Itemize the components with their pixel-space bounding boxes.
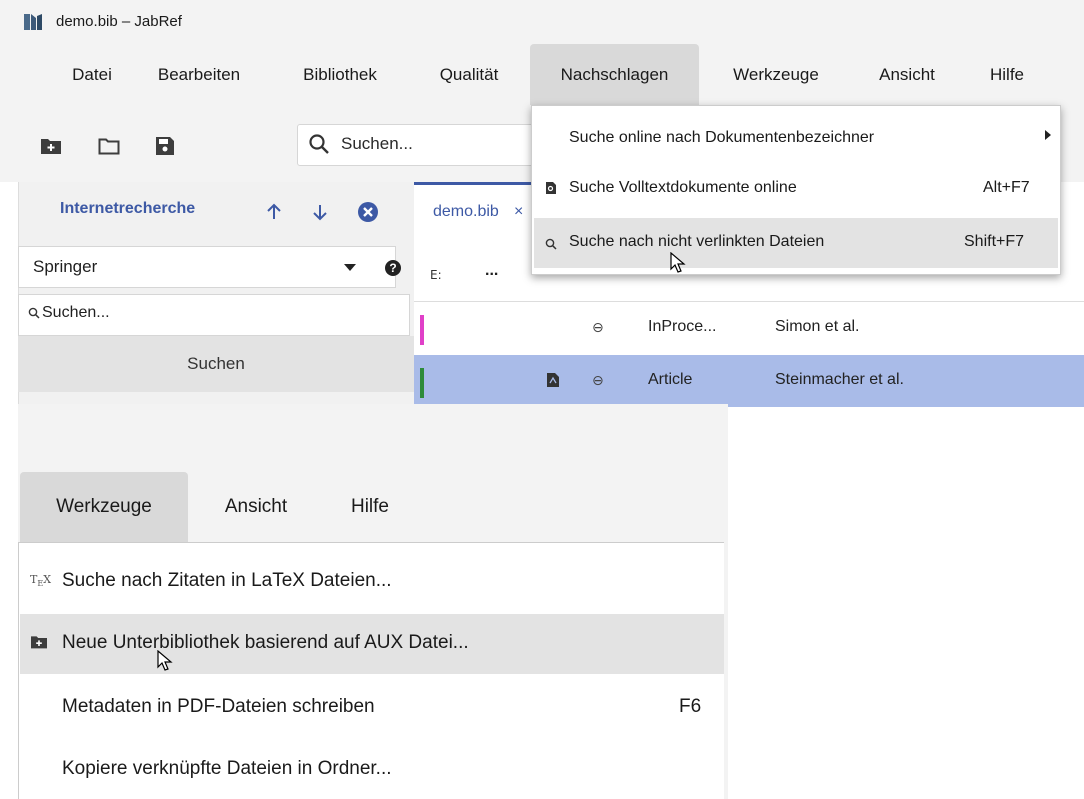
link-icon[interactable]: ⊖ [592, 320, 604, 336]
menu-item-search-by-identifier[interactable]: Suche online nach Dokumentenbezeichner [569, 129, 874, 147]
shortcut-label: Shift+F7 [964, 233, 1025, 250]
search-icon [28, 307, 40, 319]
chevron-down-icon[interactable] [344, 264, 356, 271]
arrow-up-icon[interactable] [262, 200, 286, 224]
menu-edge [724, 542, 728, 799]
menu-bearbeiten[interactable]: Bearbeiten [143, 44, 255, 105]
search-icon [309, 134, 329, 154]
menu-hilfe[interactable]: Hilfe [330, 472, 410, 542]
document-search-icon [546, 182, 556, 194]
web-search-title: Internetrecherche [60, 200, 196, 217]
help-icon[interactable]: ? [385, 260, 401, 276]
entry-type-cell: Article [648, 371, 693, 388]
menu-werkzeuge[interactable]: Werkzeuge [20, 472, 188, 542]
web-search-placeholder: Suchen... [42, 304, 110, 321]
group-color-marker [420, 368, 424, 398]
menu-item-latex-citations[interactable]: Suche nach Zitaten in LaTeX Dateien... [62, 570, 392, 592]
mouse-cursor-icon [157, 650, 173, 671]
close-tab-icon[interactable]: × [514, 203, 523, 221]
menu-nachschlagen[interactable]: Nachschlagen [530, 44, 699, 105]
shortcut-label: F6 [679, 696, 702, 717]
group-tree-icon[interactable]: E: [430, 268, 442, 282]
author-cell: Simon et al. [775, 318, 860, 335]
window-title: demo.bib – JabRef [56, 13, 182, 30]
shortcut-label: Alt+F7 [983, 179, 1030, 196]
global-search-input[interactable] [297, 124, 537, 166]
entry-type-cell: InProce... [648, 318, 717, 335]
menu-item-fulltext-search[interactable]: Suche Volltextdokumente online [569, 179, 797, 197]
tex-icon: TEX [30, 573, 52, 589]
menu-ansicht[interactable]: Ansicht [860, 44, 954, 105]
table-row[interactable] [414, 355, 1084, 407]
arrow-down-icon[interactable] [308, 200, 332, 224]
menu-datei[interactable]: Datei [62, 44, 122, 105]
menu-hilfe[interactable]: Hilfe [975, 44, 1039, 105]
new-library-icon [31, 636, 47, 649]
save-icon[interactable] [154, 136, 176, 156]
menu-item-new-sublibrary-aux[interactable]: Neue Unterbibliothek basierend auf AUX D… [62, 632, 469, 654]
jabref-logo-icon [24, 14, 42, 30]
menu-item-find-unlinked-files[interactable]: Suche nach nicht verlinkten Dateien [569, 233, 824, 251]
menu-bibliothek[interactable]: Bibliothek [286, 44, 394, 105]
menu-item-copy-linked-files[interactable]: Kopiere verknüpfte Dateien in Ordner... [62, 758, 392, 780]
new-library-icon[interactable] [40, 136, 62, 156]
menu-item-write-pdf-metadata[interactable]: Metadaten in PDF-Dateien schreiben [62, 696, 375, 718]
menu-qualitaet[interactable]: Qualität [425, 44, 513, 105]
pdf-file-icon[interactable] [546, 372, 560, 388]
search-icon [545, 238, 557, 250]
column-more-button[interactable]: ... [485, 262, 498, 280]
link-icon[interactable]: ⊖ [592, 373, 604, 389]
global-search-placeholder: Suchen... [341, 134, 413, 153]
menu-werkzeuge[interactable]: Werkzeuge [718, 44, 834, 105]
submenu-arrow-icon [1045, 130, 1051, 140]
provider-selected-value: Springer [33, 257, 98, 276]
open-folder-icon[interactable] [98, 136, 120, 156]
menu-ansicht[interactable]: Ansicht [200, 472, 312, 542]
tab-library-label: demo.bib [433, 203, 499, 220]
mouse-cursor-icon [670, 252, 686, 273]
group-color-marker [420, 315, 424, 345]
close-pane-icon[interactable] [356, 200, 380, 224]
table-row[interactable] [414, 304, 1084, 356]
web-search-button[interactable]: Suchen [18, 336, 414, 392]
author-cell: Steinmacher et al. [775, 371, 904, 388]
